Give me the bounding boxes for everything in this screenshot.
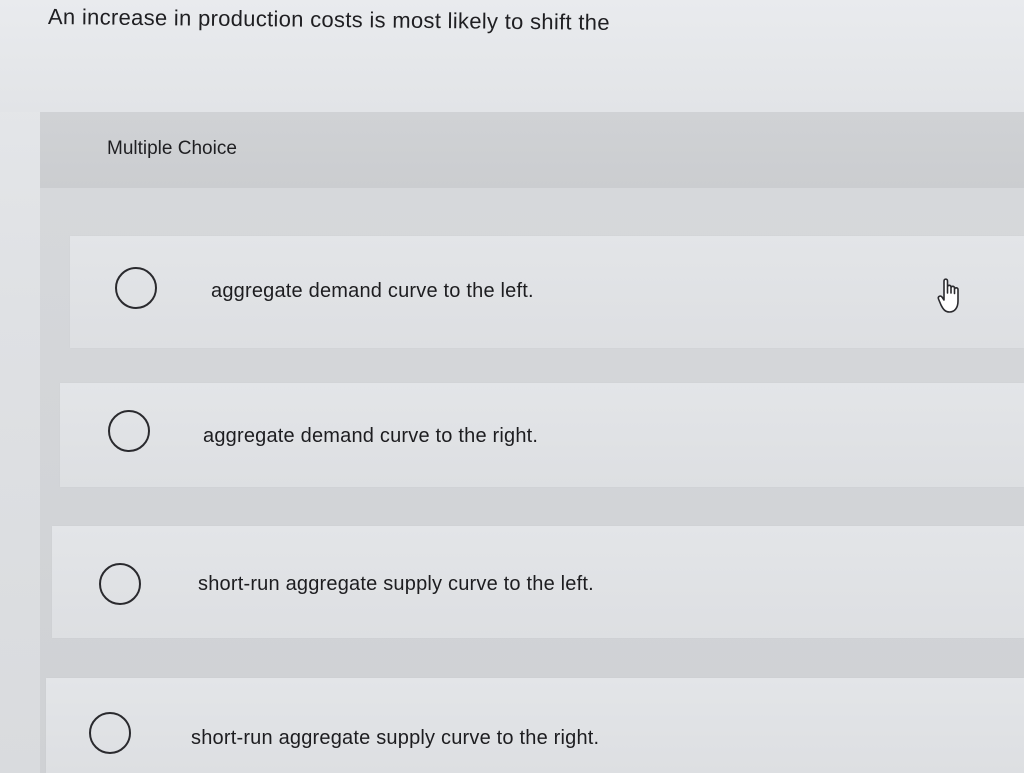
option-card-2[interactable]: aggregate demand curve to the right. [60,383,1024,487]
multiple-choice-label: Multiple Choice [107,138,237,159]
option-label-3: short-run aggregate supply curve to the … [198,573,594,595]
radio-button-3[interactable] [99,563,141,605]
option-card-1[interactable]: aggregate demand curve to the left. [70,236,1024,348]
question-area: An increase in production costs is most … [0,0,1024,112]
radio-button-4[interactable] [89,712,131,754]
multiple-choice-header: Multiple Choice [40,112,1024,188]
hand-pointer-icon [937,278,959,313]
option-label-1: aggregate demand curve to the left. [211,280,534,302]
option-card-3[interactable]: short-run aggregate supply curve to the … [52,526,1024,638]
option-label-4: short-run aggregate supply curve to the … [191,727,600,749]
radio-button-2[interactable] [108,410,150,452]
option-card-4[interactable]: short-run aggregate supply curve to the … [46,678,1024,773]
option-label-2: aggregate demand curve to the right. [203,425,539,447]
radio-button-1[interactable] [115,267,157,309]
question-text: An increase in production costs is most … [47,4,610,35]
